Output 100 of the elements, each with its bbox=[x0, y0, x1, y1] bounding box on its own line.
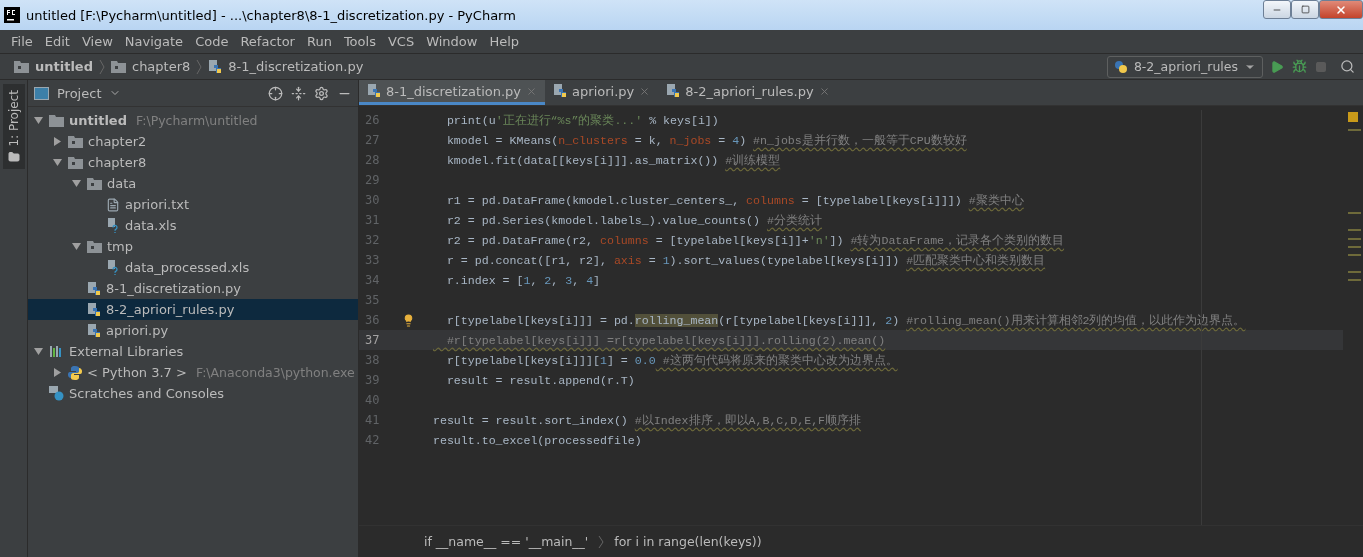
line-number: 40 bbox=[364, 393, 381, 407]
line-number: 35 bbox=[364, 293, 381, 307]
separator-icon bbox=[196, 58, 203, 75]
minimize-button[interactable] bbox=[1263, 0, 1291, 19]
collapse-icon[interactable] bbox=[291, 85, 306, 101]
tree-item[interactable]: data.xls bbox=[28, 215, 358, 236]
menu-item[interactable]: VCS bbox=[382, 34, 420, 49]
code-line: result = result.append(r.T) bbox=[445, 373, 635, 387]
panel-icon bbox=[34, 86, 49, 100]
tree-item[interactable]: Scratches and Consoles bbox=[28, 383, 358, 404]
line-number: 41 bbox=[364, 413, 381, 427]
close-icon[interactable] bbox=[818, 85, 830, 97]
tab-label: 8-1_discretization.py bbox=[386, 83, 522, 99]
breadcrumb[interactable]: 8-1_discretization.py bbox=[228, 59, 364, 74]
code-line: r.index = [1, 2, 3, 4] bbox=[445, 273, 601, 287]
tree-item[interactable]: data bbox=[28, 173, 358, 194]
editor-tab[interactable]: apriori.py bbox=[545, 80, 659, 105]
tree-label: data bbox=[107, 176, 137, 191]
tree-label: apriori.py bbox=[106, 323, 169, 338]
line-number: 42 bbox=[364, 433, 381, 447]
maximize-icon bbox=[1300, 5, 1310, 14]
menu-item[interactable]: Window bbox=[421, 34, 483, 49]
maximize-button[interactable] bbox=[1291, 0, 1319, 19]
line-number: 34 bbox=[364, 273, 381, 287]
folder-icon bbox=[49, 114, 64, 127]
editor-tab[interactable]: 8-1_discretization.py bbox=[359, 80, 546, 105]
app-logo-icon bbox=[4, 7, 20, 23]
code-line: r1 = pd.DataFrame(kmodel.cluster_centers_, columns = [typelabel[keys[i]]]) #聚类中心 bbox=[445, 192, 1024, 208]
tab-label: apriori.py bbox=[572, 83, 635, 99]
window-title: untitled [F:\Pycharm\untitled] - ...\chapter8\8-1_discretization.py - PyCharm bbox=[26, 7, 517, 23]
menu-item[interactable]: Tools bbox=[338, 34, 381, 49]
expanded-arrow-icon[interactable] bbox=[71, 242, 81, 251]
line-number: 29 bbox=[364, 173, 381, 187]
unknown-file-icon bbox=[106, 218, 120, 233]
project-tool-tab[interactable]: 1: Project bbox=[3, 84, 25, 169]
line-number: 27 bbox=[364, 133, 381, 147]
tree-item[interactable]: apriori.txt bbox=[28, 194, 358, 215]
expanded-arrow-icon[interactable] bbox=[52, 158, 62, 167]
breadcrumb[interactable]: untitled bbox=[35, 59, 93, 74]
tree-item[interactable]: 8-2_apriori_rules.py bbox=[28, 299, 358, 320]
folder-icon bbox=[8, 150, 20, 163]
code-breadcrumb[interactable]: for i in range(len(keys)) bbox=[614, 534, 762, 549]
debug-icon[interactable] bbox=[1291, 58, 1307, 75]
panel-title[interactable]: Project bbox=[57, 85, 102, 101]
menu-item[interactable]: Help bbox=[484, 34, 525, 49]
tree-item[interactable]: untitled F:\Pycharm\untitled bbox=[28, 110, 358, 131]
tree-label: data.xls bbox=[125, 218, 177, 233]
code-line: r2 = pd.Series(kmodel.labels_).value_counts() #分类统计 bbox=[445, 212, 822, 228]
tree-item[interactable]: apriori.py bbox=[28, 320, 358, 341]
tab-label: 8-2_apriori_rules.py bbox=[685, 83, 814, 99]
python-icon bbox=[68, 365, 82, 380]
expanded-arrow-icon[interactable] bbox=[71, 179, 81, 188]
code-breadcrumb[interactable]: if __name__ == '__main__' bbox=[424, 534, 589, 549]
menu-item[interactable]: View bbox=[76, 34, 118, 49]
menu-item[interactable]: Refactor bbox=[235, 34, 300, 49]
run-icon[interactable] bbox=[1269, 58, 1285, 75]
python-icon bbox=[1113, 59, 1128, 74]
expanded-arrow-icon[interactable] bbox=[33, 347, 43, 356]
menu-item[interactable]: Run bbox=[301, 34, 337, 49]
editor-tab[interactable]: 8-2_apriori_rules.py bbox=[658, 80, 838, 105]
expanded-arrow-icon[interactable] bbox=[33, 116, 43, 125]
folder-icon bbox=[111, 60, 126, 73]
search-icon[interactable] bbox=[1339, 58, 1355, 75]
tree-label: < Python 3.7 > bbox=[87, 365, 187, 380]
tree-label: apriori.txt bbox=[125, 197, 190, 212]
collapsed-arrow-icon[interactable] bbox=[52, 368, 62, 377]
close-button[interactable] bbox=[1319, 0, 1363, 19]
tree-label: chapter2 bbox=[88, 134, 147, 149]
locate-icon[interactable] bbox=[268, 85, 283, 101]
code-line: kmodel.fit(data[[keys[i]]].as_matrix()) #训练模型 bbox=[445, 152, 781, 168]
line-number: 31 bbox=[364, 213, 381, 227]
menu-item[interactable]: Code bbox=[190, 34, 234, 49]
run-configuration-dropdown[interactable]: 8-2_apriori_rules bbox=[1106, 55, 1263, 78]
line-number: 36 bbox=[364, 313, 381, 327]
python-file-icon bbox=[553, 84, 568, 98]
collapsed-arrow-icon[interactable] bbox=[52, 137, 62, 146]
close-icon[interactable] bbox=[639, 85, 651, 97]
tree-item[interactable]: tmp bbox=[28, 236, 358, 257]
tree-item[interactable]: 8-1_discretization.py bbox=[28, 278, 358, 299]
warning-marker[interactable] bbox=[1348, 112, 1358, 122]
python-file-icon bbox=[208, 59, 223, 74]
code-line: r = pd.concat([r1, r2], axis = 1).sort_values(typelabel[keys[i]]) #匹配聚类中心和类别数目 bbox=[445, 252, 1046, 268]
settings-icon[interactable] bbox=[314, 85, 329, 101]
python-file-icon bbox=[87, 281, 101, 296]
tree-item[interactable]: < Python 3.7 > F:\Anaconda3\python.exe bbox=[28, 362, 358, 383]
tree-item[interactable]: External Libraries bbox=[28, 341, 358, 362]
code-line: print(u'正在进行“%s”的聚类...' % keys[i]) bbox=[445, 112, 719, 128]
menu-item[interactable]: File bbox=[6, 34, 38, 49]
menu-item[interactable]: Navigate bbox=[119, 34, 189, 49]
tree-item[interactable]: data_processed.xls bbox=[28, 257, 358, 278]
separator-icon bbox=[598, 534, 605, 549]
menu-item[interactable]: Edit bbox=[39, 34, 75, 49]
code-line: #r[typelabel[keys[i]]] =r[typelabel[keys[i]]].rolling(2).mean() bbox=[445, 333, 886, 347]
tree-item[interactable]: chapter8 bbox=[28, 152, 358, 173]
close-icon bbox=[1335, 3, 1347, 16]
tree-item[interactable]: chapter2 bbox=[28, 131, 358, 152]
scratch-icon bbox=[49, 386, 64, 401]
python-file-icon bbox=[666, 84, 681, 98]
folder-icon bbox=[87, 177, 102, 190]
breadcrumb[interactable]: chapter8 bbox=[132, 59, 191, 74]
